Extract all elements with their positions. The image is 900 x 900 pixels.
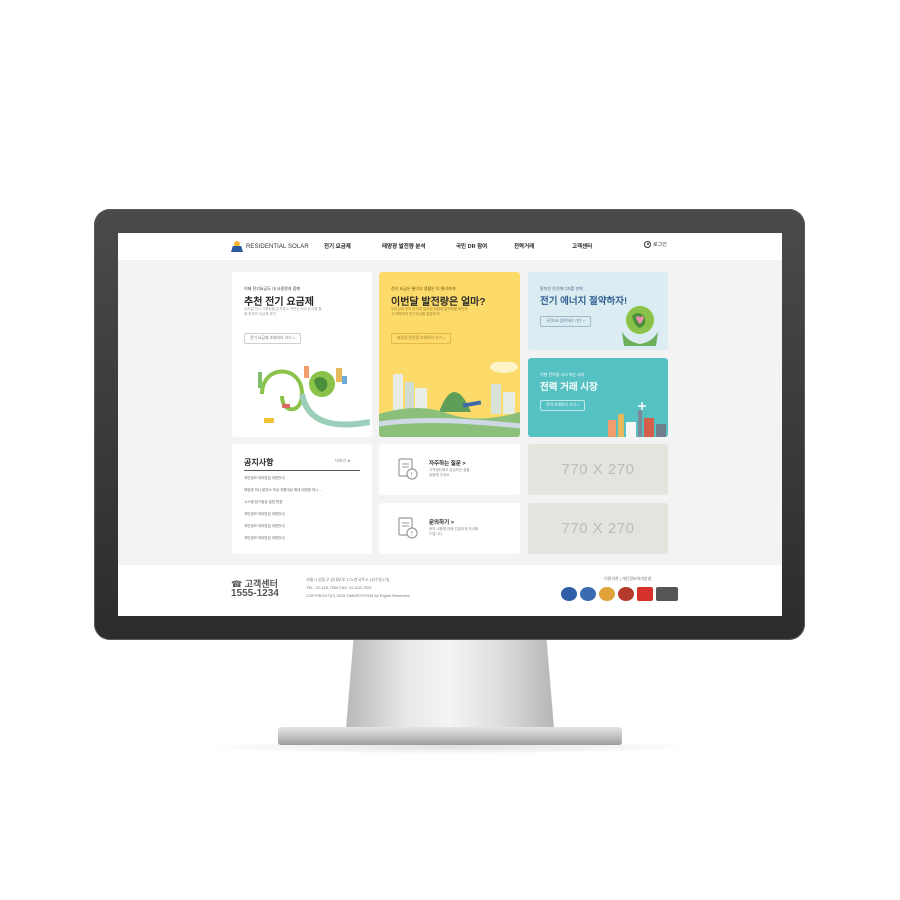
solar-city-illustration	[379, 362, 520, 437]
gen-button[interactable]: 태양광 발전량 조회하러 가기 >	[391, 333, 452, 344]
trade-button[interactable]: 전력 거래하러 가기 >	[540, 400, 586, 411]
plan-title: 추천 전기 요금제	[244, 297, 314, 308]
trade-kicker: 이젠 전력을 사고 파는시대	[540, 372, 584, 377]
nav-item-dr[interactable]: 국민 DR 참여	[456, 242, 487, 250]
certification-badge-icon	[599, 587, 615, 601]
footer-copyright: COPYRIGHT(C) 2015 OMNISYSTEM All Rights …	[306, 593, 411, 598]
footer-address: 서울시 성동구 성내부로 173 한국주소 (성수동1가)	[306, 577, 390, 582]
faq-desc-2: 말씀해 주세요.	[429, 473, 451, 477]
card-faq[interactable]: ! 자주하는 질문 > 고객센터에서 궁금하신 점을 말씀해 주세요.	[379, 444, 520, 495]
notice-item[interactable]: 개인정보 처리방침 개정안내	[244, 512, 285, 517]
certification-badge-icon	[618, 587, 634, 601]
save-button[interactable]: 국민DR 참여하러 가기 >	[540, 316, 591, 327]
notice-title: 공지사항	[244, 458, 274, 467]
solar-logo-icon	[231, 241, 243, 252]
site-header: RESIDENTIAL SOLAR 전기 요금제 태양광 발전량 분석 국민 D…	[118, 233, 782, 261]
faq-document-icon: !	[398, 458, 418, 480]
save-title: 전기 에너지 절약하자!	[540, 296, 628, 307]
svg-text:!: !	[411, 472, 413, 479]
save-button-label: 국민DR 참여하러 가기	[546, 319, 582, 323]
site-logo[interactable]: RESIDENTIAL SOLAR	[231, 241, 309, 252]
plan-kicker: 이제 전기요금도 내 사용량과 함께	[244, 286, 300, 291]
eco-city-illustration	[258, 366, 370, 428]
gen-button-label: 태양광 발전량 조회하러 가기	[397, 336, 443, 340]
notice-item[interactable]: 시스템 점기점검 일정 변경	[244, 500, 282, 505]
banner-placeholder-1[interactable]: 770 X 270	[528, 444, 668, 495]
gen-title: 이번달 발전량은 얼마?	[391, 297, 486, 308]
notice-more-link[interactable]: 더보기 ⊕	[335, 458, 351, 464]
site-footer: ☎ 고객센터 1555-1234 서울시 성동구 성내부로 173 한국주소 (…	[118, 565, 782, 616]
gen-kicker: 전기 요금은 줄이고 생활은 더 편리하게	[391, 286, 456, 291]
notice-item[interactable]: 개인정보 처리방침 개정안내	[244, 536, 285, 541]
trade-button-label: 전력 거래하러 가기	[546, 403, 577, 407]
save-kicker: 탈피한 전기에너지를 판매	[540, 286, 583, 291]
footer-contact: TEL. 02-418-7550 FAX. 02-418-7551	[306, 585, 372, 590]
stage: RESIDENTIAL SOLAR 전기 요금제 태양광 발전량 분석 국민 D…	[0, 0, 900, 900]
gen-desc-2: 고 예측하여 전기요금을 절감하자!	[391, 312, 440, 316]
card-power-trade[interactable]: 이젠 전력을 사고 파는시대 전력 거래 시장 전력 거래하러 가기 >	[528, 358, 668, 437]
login-label: 로그인	[653, 242, 667, 248]
inquiry-document-icon: ?	[398, 517, 418, 539]
nav-item-plan[interactable]: 전기 요금제	[324, 242, 351, 250]
card-save-energy[interactable]: 탈피한 전기에너지를 판매 전기 에너지 절약하자! 국민DR 참여하러 가기 …	[528, 272, 668, 350]
login-link[interactable]: 로그인	[644, 241, 667, 248]
monitor-base	[278, 727, 622, 745]
plan-desc-2: 해 최적의 요금제 추천	[244, 312, 276, 316]
globe-hands-illustration	[622, 306, 658, 346]
notice-item[interactable]: 태양광 미니 발전소 보급 지원대상 확대 태양광 미니 ...	[244, 488, 322, 493]
plan-button-label: 전기 요금제 조회하러 가기	[250, 336, 292, 340]
user-icon	[644, 241, 651, 248]
notice-more-label: 더보기	[335, 458, 347, 463]
plan-button[interactable]: 전기 요금제 조회하러 가기 >	[244, 333, 301, 344]
factory-illustration	[608, 402, 666, 437]
monitor-neck	[345, 640, 555, 740]
notice-item[interactable]: 개인정보 처리방침 개정안내	[244, 524, 285, 529]
certification-badge-icon	[656, 587, 678, 601]
notice-item[interactable]: 개인정보 처리방침 개정안내	[244, 476, 285, 481]
svg-text:?: ?	[410, 531, 413, 538]
card-monthly-generation[interactable]: 전기 요금은 줄이고 생활은 더 편리하게 이번달 발전량은 얼마? 우리집과 …	[379, 272, 520, 437]
nav-item-trade[interactable]: 전력거래	[514, 242, 534, 250]
card-recommended-plan[interactable]: 이제 전기요금도 내 사용량과 함께 추천 전기 요금제 우리집 전기 사용량을…	[232, 272, 372, 437]
plus-icon: ⊕	[347, 458, 351, 463]
footer-cs-phone: 1555-1234	[231, 588, 279, 599]
nav-item-support[interactable]: 고객센터	[572, 242, 592, 250]
nav-item-solar-analysis[interactable]: 태양광 발전량 분석	[382, 242, 426, 250]
notice-board: 공지사항 더보기 ⊕ 개인정보 처리방침 개정안내 태양광 미니 발전소 보급 …	[232, 444, 372, 554]
trade-title: 전력 거래 시장	[540, 382, 598, 393]
logo-text: RESIDENTIAL SOLAR	[246, 243, 309, 250]
card-inquiry[interactable]: ? 문의하기 > 문의 내용에 대해 친절하게 안내해 드립니다.	[379, 503, 520, 554]
certification-badge-icon	[561, 587, 577, 601]
certification-badge-icon	[580, 587, 596, 601]
inquiry-desc-2: 드립니다.	[429, 532, 443, 536]
certification-badge-icon	[637, 587, 653, 601]
faq-title: 자주하는 질문 >	[429, 461, 466, 467]
footer-links[interactable]: 이용약관 | 개인정보처리방침	[604, 576, 651, 582]
inquiry-title: 문의하기 >	[429, 520, 454, 526]
notice-divider	[244, 470, 360, 471]
banner-placeholder-2[interactable]: 770 X 270	[528, 503, 668, 554]
screen: RESIDENTIAL SOLAR 전기 요금제 태양광 발전량 분석 국민 D…	[118, 233, 782, 616]
